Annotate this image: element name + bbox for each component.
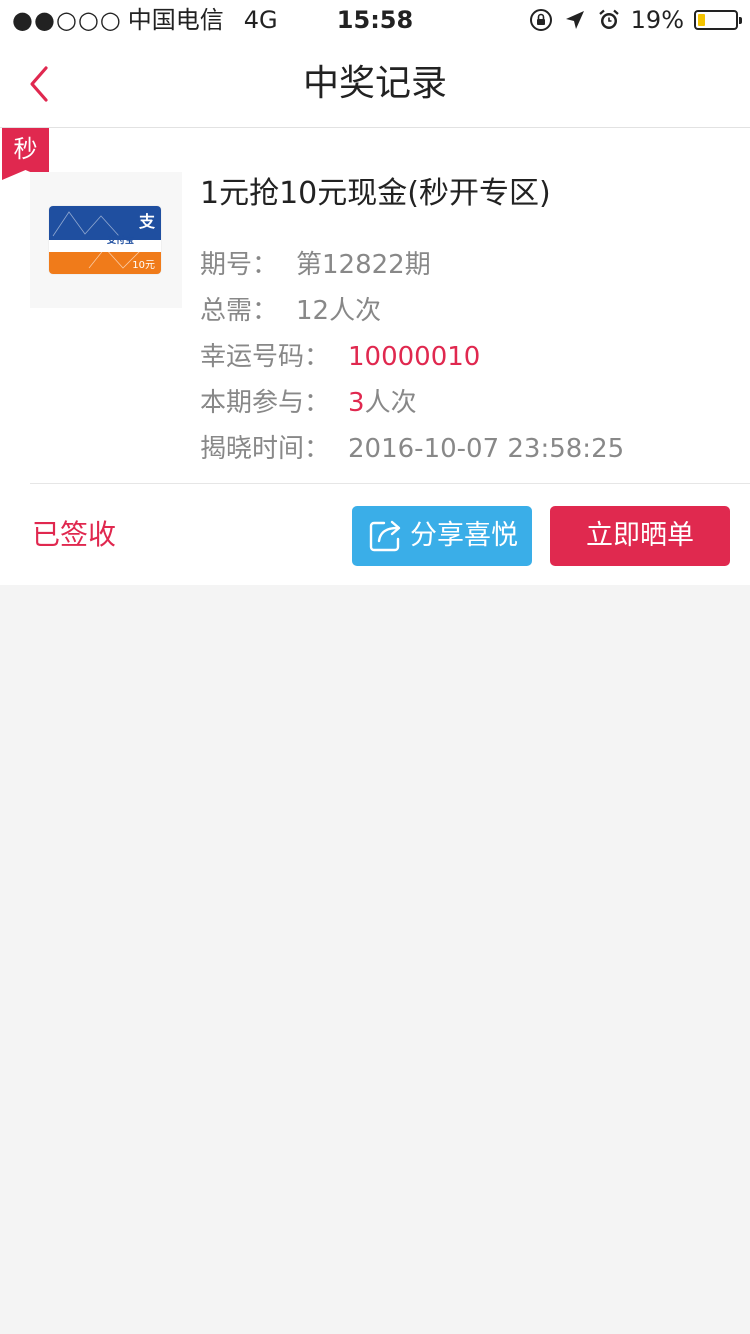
participation-row: 本期参与： 3人次 xyxy=(200,386,417,420)
total-row: 总需： 12人次 xyxy=(200,294,381,328)
lucky-number-value: 10000010 xyxy=(348,342,481,372)
share-icon xyxy=(369,520,401,552)
card-brand: 支付宝 xyxy=(107,236,135,246)
lucky-number-label: 幸运号码： xyxy=(200,342,331,372)
period-row: 期号： 第12822期 xyxy=(200,248,431,282)
period-value: 第12822期 xyxy=(296,250,431,280)
share-joy-label: 分享喜悦 xyxy=(410,520,518,551)
product-image[interactable]: 支 支付宝 10元 xyxy=(30,172,182,308)
rotation-lock-icon xyxy=(529,9,552,31)
reveal-time-row: 揭晓时间： 2016-10-07 23:58:25 xyxy=(200,432,624,466)
alipay-card-image: 支 支付宝 10元 xyxy=(49,206,161,274)
show-order-button[interactable]: 立即晒单 xyxy=(550,506,730,566)
battery-icon xyxy=(694,10,742,30)
card-value: 10元 xyxy=(132,260,155,271)
badge-label: 秒 xyxy=(13,135,38,163)
period-label: 期号： xyxy=(200,250,279,280)
status-right: 19% xyxy=(529,6,742,34)
divider xyxy=(30,483,750,484)
navigation-bar: 中奖记录 xyxy=(0,40,750,128)
reveal-time-value: 2016-10-07 23:58:25 xyxy=(348,434,625,464)
total-label: 总需： xyxy=(200,296,279,326)
battery-percent: 19% xyxy=(630,6,684,34)
status-bar: ●●○○○ 中国电信 4G 15:58 19% xyxy=(0,0,750,40)
participation-unit: 人次 xyxy=(364,388,417,418)
share-joy-button[interactable]: 分享喜悦 xyxy=(352,506,532,566)
product-title[interactable]: 1元抢10元现金(秒开专区) xyxy=(200,174,551,214)
page-title: 中奖记录 xyxy=(302,63,447,104)
battery-level xyxy=(698,14,705,26)
alipay-logo: 支 xyxy=(138,212,155,231)
lucky-number-row: 幸运号码： 10000010 xyxy=(200,340,480,374)
total-value: 12人次 xyxy=(296,296,382,326)
location-icon xyxy=(565,11,584,29)
alarm-icon xyxy=(598,9,619,29)
delivery-status: 已签收 xyxy=(32,518,117,551)
participation-count: 3 xyxy=(348,388,365,418)
win-record-card: 秒 支 支付宝 10元 1元抢10元现金(秒开专区) 期号： 第12822期 总需… xyxy=(0,128,750,585)
reveal-time-label: 揭晓时间： xyxy=(200,434,331,464)
participation-label: 本期参与： xyxy=(200,388,331,418)
